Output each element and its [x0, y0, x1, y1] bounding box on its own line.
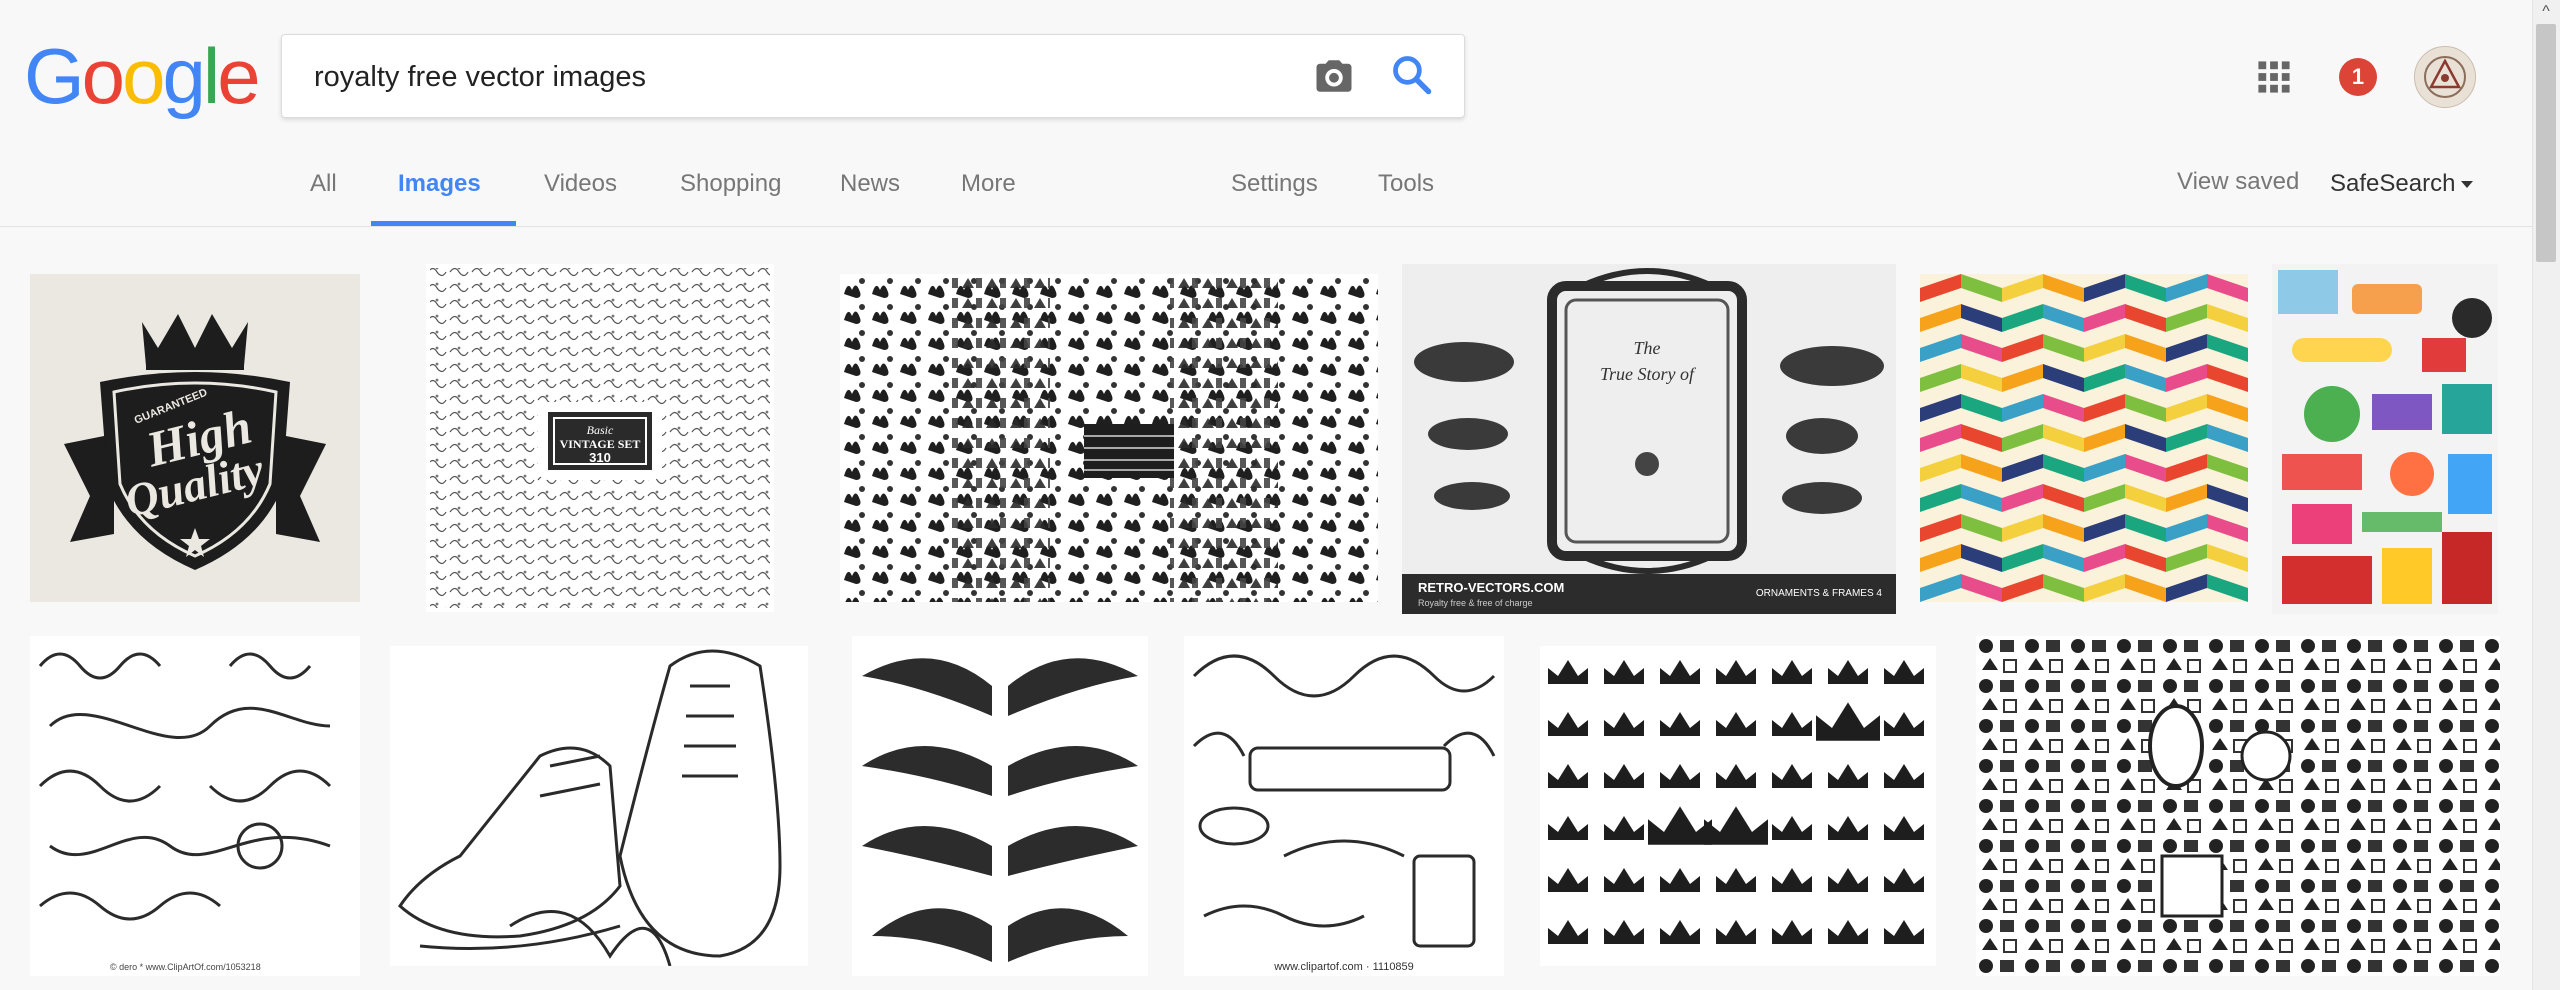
image-result-icons-silhouettes[interactable] [1976, 636, 2500, 976]
high-quality-badge-image: GUARANTEED High Quality [30, 274, 360, 602]
chevron-pattern-image [1920, 274, 2248, 602]
scroll-frames-watermark: www.clipartof.com · 1110859 [1273, 961, 1414, 973]
logo-letter: g [162, 32, 205, 120]
wings-set-image [852, 636, 1148, 976]
swirl-ornaments-image: © dero * www.ClipArtOf.com/1053218 [30, 636, 360, 976]
tab-videos[interactable]: Videos [544, 170, 617, 198]
scroll-frames-image: www.clipartof.com · 1110859 [1184, 636, 1504, 976]
retro-vectors-frame-image: The True Story of RETRO-VECTORS.COM Roya… [1402, 264, 1896, 614]
scroll-up-arrow-icon[interactable]: ^ [2532, 0, 2560, 24]
avatar-image [2415, 47, 2475, 107]
logo-letter: l [202, 32, 220, 120]
logo-letter: o [81, 32, 125, 120]
chevron-down-icon [2461, 181, 2474, 189]
vintage-count-text: 310 [589, 450, 611, 465]
tab-news[interactable]: News [840, 170, 900, 198]
crowns-image [1540, 646, 1936, 966]
tab-images[interactable]: Images [398, 170, 481, 198]
logo-letter: G [24, 32, 85, 120]
silhouettes-collage-image [840, 274, 1378, 602]
image-result-swirl-ornaments[interactable]: © dero * www.ClipArtOf.com/1053218 [30, 636, 360, 976]
camera-icon[interactable] [1312, 55, 1356, 97]
image-result-sneakers[interactable] [390, 646, 808, 966]
frame-title-story: True Story of [1600, 364, 1697, 384]
search-tabs: All Images Videos Shopping News More Set… [0, 150, 2560, 226]
tab-shopping[interactable]: Shopping [680, 170, 781, 198]
vintage-set-image: Basic VINTAGE SET 310 [426, 264, 774, 612]
image-result-wings-set[interactable] [852, 636, 1148, 976]
clipart-collage-image [2272, 264, 2498, 614]
image-result-crowns[interactable] [1540, 646, 1936, 966]
logo-letter: o [122, 32, 165, 120]
search-box [281, 34, 1465, 119]
icons-silhouettes-image [1976, 636, 2500, 976]
retro-vectors-tagline: Royalty free & free of charge [1418, 598, 1533, 608]
retro-vectors-series: ORNAMENTS & FRAMES 4 [1756, 588, 1883, 599]
tab-all[interactable]: All [310, 170, 337, 198]
vintage-basic-text: Basic [587, 423, 614, 437]
logo-letter: e [217, 32, 260, 120]
tabs-divider [0, 226, 2532, 227]
safesearch-dropdown[interactable]: SafeSearch [2330, 170, 2474, 198]
image-result-chevron-pattern[interactable] [1920, 274, 2248, 602]
account-avatar[interactable] [2414, 46, 2476, 108]
search-input[interactable] [312, 35, 1316, 119]
retro-vectors-brand: RETRO-VECTORS.COM [1418, 580, 1564, 595]
sneakers-image [390, 646, 808, 966]
swirl-watermark: © dero * www.ClipArtOf.com/1053218 [110, 962, 261, 972]
apps-grid-icon[interactable] [2257, 60, 2291, 94]
search-icon[interactable] [1390, 53, 1434, 97]
tab-more[interactable]: More [961, 170, 1016, 198]
notification-badge[interactable]: 1 [2339, 58, 2377, 96]
vintage-set-text: VINTAGE SET [560, 437, 641, 451]
image-result-retro-vectors[interactable]: The True Story of RETRO-VECTORS.COM Roya… [1402, 264, 1896, 614]
image-result-high-quality[interactable]: GUARANTEED High Quality [30, 274, 360, 602]
frame-title-the: The [1634, 338, 1661, 358]
view-saved-link[interactable]: View saved [2177, 168, 2299, 196]
image-result-silhouettes-collage[interactable] [840, 274, 1378, 602]
settings-link[interactable]: Settings [1231, 170, 1318, 198]
scrollbar-thumb[interactable] [2536, 24, 2556, 262]
image-result-clipart-collage[interactable] [2272, 264, 2498, 614]
tools-link[interactable]: Tools [1378, 170, 1434, 198]
google-logo[interactable]: Google [24, 32, 261, 120]
safesearch-label: SafeSearch [2330, 170, 2456, 197]
image-result-scroll-frames[interactable]: www.clipartof.com · 1110859 [1184, 636, 1504, 976]
image-result-vintage-set[interactable]: Basic VINTAGE SET 310 [426, 264, 774, 612]
